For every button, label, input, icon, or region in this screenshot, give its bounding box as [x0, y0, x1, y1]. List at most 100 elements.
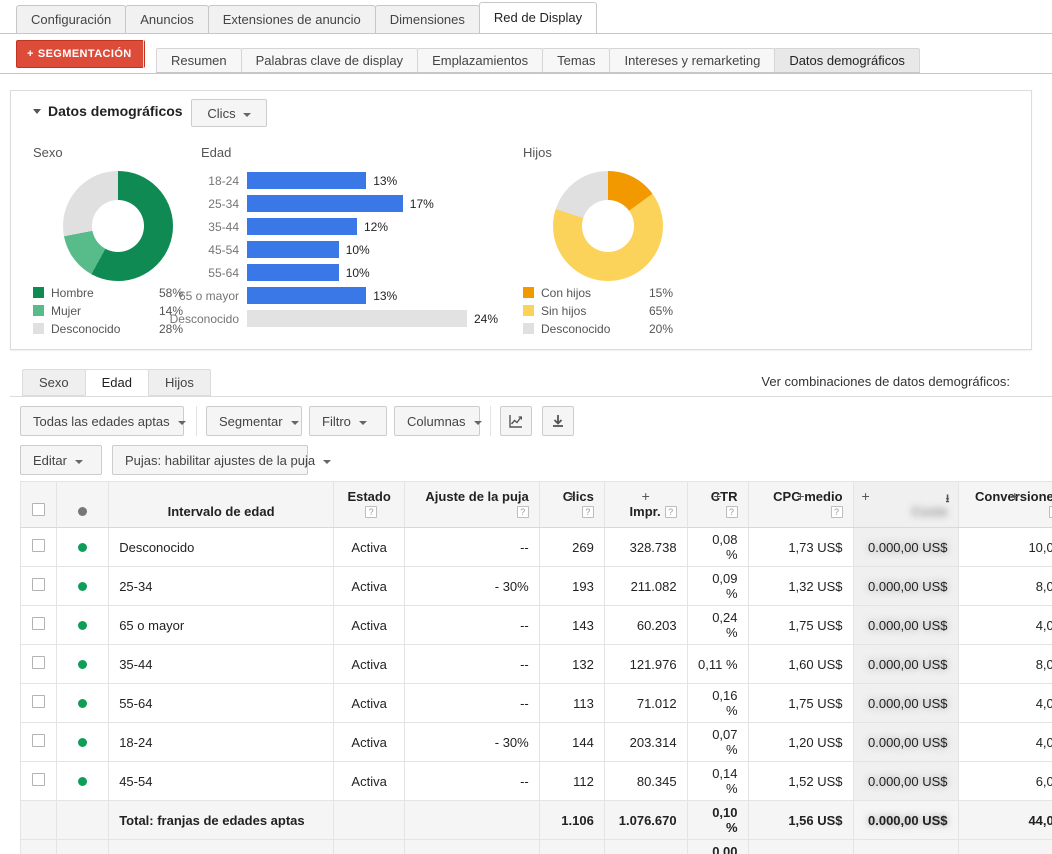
status-indicator-cell[interactable]	[55, 644, 110, 684]
ctr-header[interactable]: + CTR?	[686, 481, 749, 528]
status-dot-icon	[77, 507, 87, 516]
avg-cpc-cell: 1,20 US$	[747, 722, 854, 762]
sub-tab-3[interactable]: Emplazamientos	[417, 48, 544, 73]
status-dot-icon	[77, 542, 87, 552]
columns-button[interactable]: Columnas	[394, 406, 482, 436]
filter-button[interactable]: Filtro	[309, 406, 387, 436]
status-indicator-cell[interactable]	[55, 683, 110, 723]
top-tab-5[interactable]: Red de Display	[478, 2, 598, 33]
table-row[interactable]: 18-24 Activa - 30% 144 203.314 0,07 % 1,20 US$…	[20, 722, 1052, 762]
row-select-cell[interactable]	[20, 683, 57, 723]
row-select-cell[interactable]	[20, 605, 57, 645]
avg-cpc-cell: 1,75 US$	[747, 683, 854, 723]
demographic-type-tab-bar: Sexo Edad Hijos Ver combinaciones de datos…	[10, 366, 1052, 397]
add-column-plus-icon[interactable]: +	[749, 488, 853, 504]
table-row[interactable]: Desconocido Activa -- 269 328.738 0,08 % 1,73 …	[20, 527, 1052, 567]
bids-button[interactable]: Pujas: habilitar ajustes de la puja	[112, 445, 332, 475]
age-bar-row: 65 o mayor 13%	[169, 284, 509, 307]
select-all-checkbox[interactable]	[31, 503, 45, 516]
row-checkbox[interactable]	[31, 539, 45, 552]
total-label-cell: Total: todos los experimentos?	[108, 839, 334, 854]
status-indicator-cell[interactable]	[55, 605, 110, 645]
demographic-tab-3[interactable]: Hijos	[148, 369, 211, 396]
top-tab-label: Red de Display	[493, 10, 583, 25]
top-tab-4[interactable]: Dimensiones	[374, 5, 480, 33]
ctr-cell: 0,07 %	[686, 722, 749, 762]
sub-tab-4[interactable]: Temas	[542, 48, 611, 73]
primary-tab-bar: Configuración Anuncios Extensiones de anun…	[0, 0, 1052, 34]
demographics-panel-header[interactable]: Datos demográficos	[33, 103, 183, 119]
row-select-cell[interactable]	[20, 644, 57, 684]
legend-swatch-icon	[33, 305, 44, 316]
top-tab-1[interactable]: Configuración	[16, 5, 127, 33]
table-row[interactable]: 45-54 Activa -- 112 80.345 0,14 % 1,52 US$ 0.00…	[20, 761, 1052, 801]
segmentation-button[interactable]: + SEGMENTACIÓN	[16, 40, 145, 68]
sub-tab-2[interactable]: Palabras clave de display	[240, 48, 419, 73]
bid-adjustment-header[interactable]: Ajuste de la puja?	[404, 481, 540, 528]
add-column-plus-icon[interactable]: +	[854, 488, 958, 504]
chevron-down-icon	[242, 112, 251, 117]
top-tab-3[interactable]: Extensiones de anuncio	[207, 5, 376, 33]
collapse-caret-icon[interactable]	[33, 108, 41, 114]
age-range-header[interactable]: Intervalo de edad	[108, 481, 334, 528]
row-checkbox[interactable]	[31, 695, 45, 708]
cost-header[interactable]: + ⭳ Coste	[852, 481, 959, 528]
row-checkbox[interactable]	[31, 656, 45, 669]
download-icon-button[interactable]	[542, 406, 574, 436]
demographic-tab-1[interactable]: Sexo	[22, 369, 86, 396]
add-column-plus-icon[interactable]: +	[605, 488, 687, 504]
row-select-cell[interactable]	[20, 761, 57, 801]
age-range-cell: 55-64	[108, 683, 334, 723]
status-indicator-cell[interactable]	[55, 722, 110, 762]
metric-selector[interactable]: Clics	[191, 99, 267, 127]
row-select-cell[interactable]	[20, 566, 57, 606]
row-checkbox[interactable]	[31, 734, 45, 747]
sub-tab-6[interactable]: Datos demográficos	[774, 48, 920, 73]
help-icon[interactable]: ?	[725, 506, 738, 518]
top-tab-label: Anuncios	[140, 12, 194, 27]
sort-descending-icon[interactable]: ⭳	[946, 490, 950, 509]
table-row[interactable]: 35-44 Activa -- 132 121.976 0,11 % 1,60 US$ 0.0…	[20, 644, 1052, 684]
table-row[interactable]: 55-64 Activa -- 113 71.012 0,16 % 1,75 US$ 0.00…	[20, 683, 1052, 723]
table-row[interactable]: 25-34 Activa - 30% 193 211.082 0,09 % 1,32 US$…	[20, 566, 1052, 606]
demographic-tab-2[interactable]: Edad	[84, 369, 150, 396]
sub-tab-5[interactable]: Intereses y remarketing	[609, 48, 776, 73]
help-icon[interactable]: ?	[664, 506, 677, 518]
avg-cpc-cell: 1,32 US$	[747, 566, 854, 606]
sub-tab-1[interactable]: Resumen	[156, 48, 242, 73]
row-select-cell[interactable]	[20, 722, 57, 762]
ages-filter-button[interactable]: Todas las edades aptas	[20, 406, 186, 436]
status-indicator-cell[interactable]	[55, 527, 110, 567]
help-icon[interactable]: ?	[365, 506, 378, 518]
add-column-plus-icon[interactable]: +	[688, 488, 748, 504]
table-total-row: Total: todos los experimentos?000,00 %0,…	[20, 839, 1052, 854]
impressions-header[interactable]: + Impr.?	[603, 481, 688, 528]
help-icon[interactable]: ?	[581, 506, 594, 518]
conversions-cell: 8,00	[957, 644, 1052, 684]
edit-button[interactable]: Editar	[20, 445, 102, 475]
conversions-cell: 6,00	[957, 761, 1052, 801]
add-column-plus-icon[interactable]: +	[959, 488, 1052, 504]
table-row[interactable]: 65 o mayor Activa -- 143 60.203 0,24 % 1,75 US…	[20, 605, 1052, 645]
row-select-cell[interactable]	[20, 527, 57, 567]
top-tab-2[interactable]: Anuncios	[125, 5, 209, 33]
conversions-header[interactable]: + Conversiones?	[957, 481, 1052, 528]
row-checkbox[interactable]	[31, 578, 45, 591]
estado-header[interactable]: Estado?	[332, 481, 406, 528]
age-bar-value: 13%	[373, 288, 398, 303]
status-indicator-cell[interactable]	[55, 761, 110, 801]
status-dot-header[interactable]	[55, 481, 110, 528]
row-checkbox[interactable]	[31, 617, 45, 630]
clicks-header[interactable]: + Clics?	[538, 481, 605, 528]
help-icon[interactable]: ?	[830, 506, 843, 518]
avg-cpc-header[interactable]: + CPC medio?	[747, 481, 854, 528]
age-range-cell: Desconocido	[108, 527, 334, 567]
add-column-plus-icon[interactable]: +	[540, 488, 604, 504]
clicks-cell: 193	[538, 566, 605, 606]
line-chart-icon-button[interactable]	[500, 406, 532, 436]
status-indicator-cell[interactable]	[55, 566, 110, 606]
help-icon[interactable]: ?	[516, 506, 529, 518]
row-checkbox[interactable]	[31, 773, 45, 786]
select-all-header[interactable]	[20, 481, 57, 528]
segment-button[interactable]: Segmentar	[206, 406, 302, 436]
